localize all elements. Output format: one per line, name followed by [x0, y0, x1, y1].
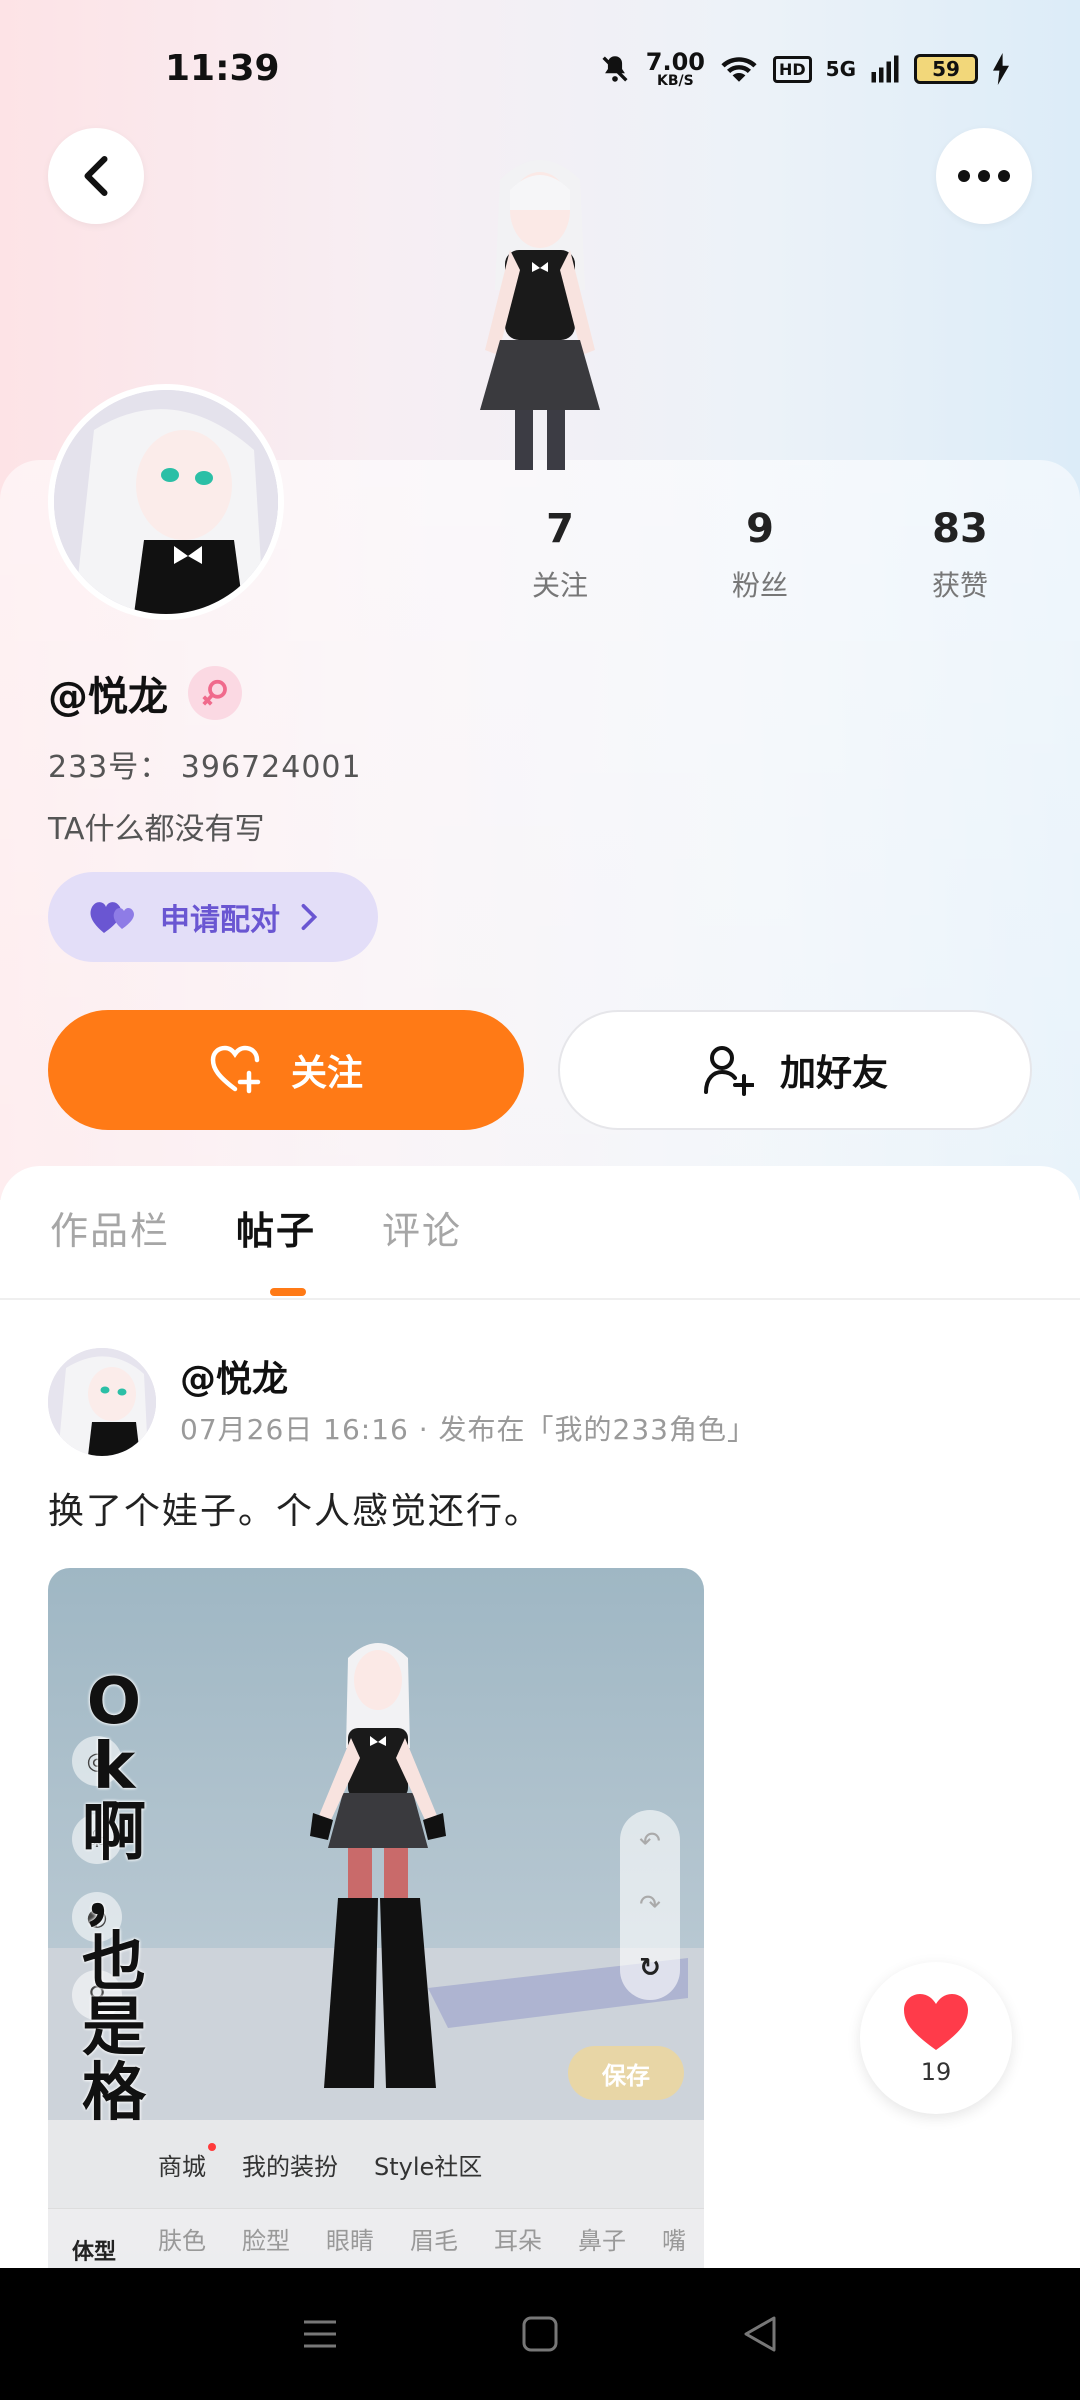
heart-plus-icon: [210, 1045, 261, 1094]
chevron-left-icon: [84, 156, 108, 196]
image-bottom-tabs: 商城 我的装扮 Style社区: [48, 2120, 704, 2208]
tab-works[interactable]: 作品栏: [50, 1200, 170, 1255]
reset-icon: ↻: [639, 1953, 661, 1984]
image-body-label: 体型: [72, 2240, 117, 2265]
hd-badge: HD: [772, 55, 812, 83]
image-save-badge: 保存: [568, 2046, 684, 2100]
add-friend-label: 加好友: [779, 1053, 888, 1094]
battery-indicator: 59: [914, 54, 978, 84]
profile-avatar[interactable]: [48, 384, 284, 620]
request-pair-label: 申请配对: [160, 903, 280, 938]
stat-likes-label: 获赞: [931, 569, 988, 602]
image-overlay-text: O k 啊 ， 也 是 格: [82, 1665, 146, 2131]
image-sub-tabs: 肤色 脸型 眼睛 眉毛 耳朵 鼻子 嘴: [48, 2208, 704, 2268]
like-count: 19: [920, 2058, 952, 2086]
tab-comments[interactable]: 评论: [382, 1200, 462, 1255]
follow-button[interactable]: 关注: [48, 1010, 524, 1130]
image-sub-ears: 耳朵: [494, 2227, 542, 2255]
image-tab-style: Style社区: [374, 2152, 483, 2181]
request-pair-button[interactable]: 申请配对: [48, 872, 378, 962]
double-heart-icon: [90, 902, 134, 933]
active-tab-indicator: [270, 1288, 306, 1296]
status-time: 11:39: [165, 48, 280, 89]
image-tab-shop: 商城: [158, 2142, 216, 2182]
more-dots-icon: [958, 170, 1010, 182]
post-avatar-image: [48, 1348, 156, 1456]
net-speed-value: 7.00: [645, 48, 705, 76]
net-speed: 7.00 KB/S: [646, 50, 705, 88]
stat-following[interactable]: 7 关注: [460, 506, 660, 604]
image-tab-outfit: 我的装扮: [242, 2152, 338, 2181]
undo-icon: ↶: [639, 1826, 661, 1857]
add-friend-button[interactable]: 加好友: [558, 1010, 1032, 1130]
image-sub-mouth: 嘴: [662, 2227, 686, 2255]
signal-icon: [871, 55, 899, 83]
system-nav-bar: [0, 2268, 1080, 2400]
net-speed-unit: KB/S: [657, 73, 694, 89]
follow-label: 关注: [290, 1053, 363, 1094]
charging-icon: [993, 53, 1009, 85]
heart-icon: [904, 1994, 968, 2050]
tabs-divider: [0, 1298, 1080, 1300]
female-icon: [202, 679, 227, 706]
image-sub-nose: 鼻子: [578, 2227, 626, 2255]
stat-likes[interactable]: 83 获赞: [860, 506, 1060, 604]
more-options-button[interactable]: [936, 128, 1032, 224]
back-button[interactable]: [48, 128, 144, 224]
avatar-3d-figure: [480, 160, 600, 470]
stat-likes-value: 83: [932, 506, 988, 552]
network-type: 5G: [825, 57, 856, 81]
menu-icon[interactable]: [300, 2316, 340, 2352]
chevron-right-icon: [301, 903, 318, 931]
post-author-avatar[interactable]: [48, 1348, 156, 1456]
avatar-image: [54, 390, 278, 614]
tab-posts[interactable]: 帖子: [236, 1200, 316, 1255]
image-sub-brows: 眉毛: [410, 2227, 458, 2255]
status-bar: 11:39 7.00 KB/S HD 5G 59: [0, 0, 1080, 140]
image-sub-eyes: 眼睛: [326, 2227, 374, 2255]
stat-following-label: 关注: [531, 569, 588, 602]
image-undo-panel: ↶ ↷ ↻: [620, 1810, 680, 2000]
user-bio: TA什么都没有写: [48, 812, 265, 847]
stat-following-value: 7: [546, 506, 574, 552]
wifi-icon: [721, 57, 757, 82]
image-sub-face: 脸型: [242, 2227, 290, 2255]
image-sub-skin: 肤色: [158, 2227, 206, 2255]
profile-tabs: 作品栏 帖子 评论: [50, 1200, 462, 1255]
redo-icon: ↷: [639, 1889, 661, 1920]
username-row: @悦龙: [48, 664, 242, 722]
profile-stats: 7 关注 9 粉丝 83 获赞: [460, 506, 1060, 604]
post-meta: 07月26日 16:16 · 发布在「我的233角色」: [180, 1413, 756, 1446]
post-author-name[interactable]: @悦龙: [180, 1350, 288, 1402]
stat-followers[interactable]: 9 粉丝: [660, 506, 860, 604]
gender-badge: [188, 666, 242, 720]
bell-muted-icon: [602, 56, 628, 82]
username: @悦龙: [48, 674, 168, 720]
status-icons: 7.00 KB/S HD 5G 59: [598, 50, 1010, 88]
back-triangle-icon[interactable]: [740, 2314, 780, 2354]
post-image[interactable]: ◎ ♧ ◐ ♀ O k 啊 ， 也 是 格 ↶ ↷ ↻ 保存 商城 我的装扮 S…: [48, 1568, 704, 2268]
user-id[interactable]: 233号： 396724001: [48, 742, 362, 786]
stat-followers-label: 粉丝: [731, 569, 788, 602]
like-button[interactable]: 19: [860, 1962, 1012, 2114]
stat-followers-value: 9: [746, 506, 774, 552]
post-text: 换了个娃子。个人感觉还行。: [48, 1491, 543, 1532]
add-user-icon: [703, 1046, 754, 1096]
home-icon[interactable]: [520, 2314, 560, 2354]
